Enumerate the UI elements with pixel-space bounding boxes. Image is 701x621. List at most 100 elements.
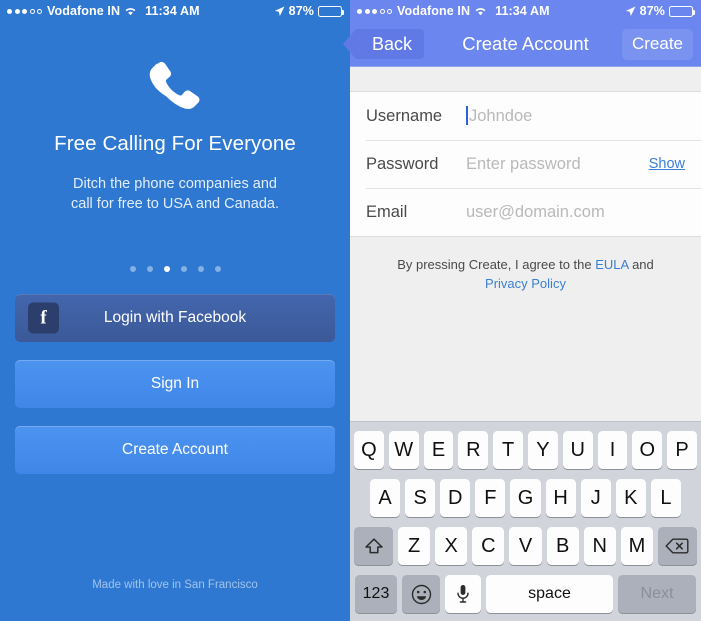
key-z[interactable]: Z xyxy=(398,527,431,565)
onboarding-screen: Vodafone IN 11:34 AM 87% Free Calling Fo… xyxy=(0,0,350,621)
form-row-password[interactable]: Password Enter password Show xyxy=(350,140,701,188)
key-u[interactable]: U xyxy=(562,431,593,469)
hero-subtitle-line-1: Ditch the phone companies and xyxy=(73,176,277,192)
key-e[interactable]: E xyxy=(423,431,454,469)
key-d[interactable]: D xyxy=(440,479,471,517)
navigation-bar: Back Create Account Create xyxy=(342,22,701,67)
back-button-label: Back xyxy=(372,33,413,54)
key-m[interactable]: M xyxy=(620,527,653,565)
form-top-spacer xyxy=(350,67,701,91)
shift-arrow-icon[interactable] xyxy=(354,527,393,565)
create-submit-label: Create xyxy=(631,34,683,53)
key-b[interactable]: B xyxy=(546,527,579,565)
page-dot[interactable] xyxy=(146,266,153,272)
status-bar-right-right: 87% xyxy=(625,4,695,18)
key-x[interactable]: X xyxy=(435,527,468,565)
password-label: Password xyxy=(366,154,439,173)
password-input[interactable]: Enter password xyxy=(466,155,649,174)
location-arrow-icon xyxy=(625,6,636,16)
key-f[interactable]: F xyxy=(475,479,506,517)
page-dot[interactable] xyxy=(214,266,221,272)
status-bar-right: Vodafone IN 11:34 AM 87% xyxy=(350,0,701,22)
on-screen-keyboard: Q W E R T Y U I O P A S D F G H J K L Z … xyxy=(350,421,701,621)
page-title: Free Calling For Everyone xyxy=(54,132,296,155)
page-dot[interactable] xyxy=(180,266,187,272)
signal-strength-icon xyxy=(357,8,392,14)
login-with-facebook-button[interactable]: f Login with Facebook xyxy=(15,294,335,342)
key-y[interactable]: Y xyxy=(528,431,558,469)
form-row-username[interactable]: Username Johndoe xyxy=(350,92,701,140)
battery-icon xyxy=(669,5,695,17)
battery-percent-label: 87% xyxy=(288,4,314,18)
create-account-button[interactable]: Create Account xyxy=(15,426,335,474)
location-arrow-icon xyxy=(274,6,285,16)
key-i[interactable]: I xyxy=(597,431,628,469)
text-caret xyxy=(466,106,468,125)
smiley-face-icon[interactable] xyxy=(402,575,440,613)
login-with-facebook-label: Login with Facebook xyxy=(103,309,247,326)
key-g[interactable]: G xyxy=(510,479,541,517)
key-h[interactable]: H xyxy=(545,479,576,517)
hero-section: Free Calling For Everyone Ditch the phon… xyxy=(0,22,350,214)
privacy-policy-link[interactable]: Privacy Policy xyxy=(485,276,566,291)
key-a[interactable]: A xyxy=(370,479,401,517)
keyboard-row-1: Q W E R T Y U I O P xyxy=(352,431,699,469)
page-dot[interactable] xyxy=(129,266,136,272)
carrier-label: Vodafone IN xyxy=(397,4,471,18)
key-space[interactable]: space xyxy=(486,575,613,613)
legal-middle: and xyxy=(628,257,654,272)
create-account-screen: Vodafone IN 11:34 AM 87% Back Create Acc… xyxy=(342,0,701,621)
microphone-icon[interactable] xyxy=(445,575,481,613)
back-button[interactable]: Back xyxy=(342,29,425,59)
eula-link[interactable]: EULA xyxy=(595,257,628,272)
facebook-icon: f xyxy=(28,302,59,334)
signal-strength-icon xyxy=(7,8,42,14)
key-p[interactable]: P xyxy=(667,431,697,469)
footer-credit: Made with love in San Francisco xyxy=(92,579,258,591)
key-w[interactable]: W xyxy=(388,431,419,469)
signup-form: Username Johndoe Password Enter password… xyxy=(350,91,701,237)
key-v[interactable]: V xyxy=(509,527,542,565)
email-label: Email xyxy=(366,202,408,221)
username-label: Username xyxy=(366,106,443,125)
sign-in-button[interactable]: Sign In xyxy=(15,360,335,408)
clock-label: 11:34 AM xyxy=(495,4,550,18)
wifi-icon xyxy=(474,6,487,16)
carrier-label: Vodafone IN xyxy=(47,4,121,18)
key-next[interactable]: Next xyxy=(618,575,696,613)
create-submit-button[interactable]: Create xyxy=(621,28,693,60)
key-j[interactable]: J xyxy=(580,479,611,517)
keyboard-row-2: A S D F G H J K L xyxy=(352,479,699,517)
key-numbers[interactable]: 123 xyxy=(355,575,397,613)
key-o[interactable]: O xyxy=(632,431,663,469)
email-input[interactable]: user@domain.com xyxy=(466,203,685,222)
key-n[interactable]: N xyxy=(583,527,616,565)
username-placeholder: Johndoe xyxy=(469,107,533,125)
page-indicator[interactable] xyxy=(0,266,350,272)
wifi-icon xyxy=(124,6,137,16)
key-t[interactable]: T xyxy=(493,431,523,469)
page-dot[interactable] xyxy=(197,266,204,272)
show-password-link[interactable]: Show xyxy=(649,156,685,172)
status-bar-left: Vodafone IN 11:34 AM 87% xyxy=(0,0,350,22)
key-q[interactable]: Q xyxy=(354,431,384,469)
status-bar-right-left: 87% xyxy=(274,4,344,18)
username-input[interactable]: Johndoe xyxy=(466,106,685,126)
legal-notice: By pressing Create, I agree to the EULA … xyxy=(350,237,701,293)
key-l[interactable]: L xyxy=(650,479,681,517)
key-k[interactable]: K xyxy=(615,479,646,517)
page-dot-active[interactable] xyxy=(163,266,170,272)
key-r[interactable]: R xyxy=(458,431,489,469)
battery-percent-label: 87% xyxy=(639,4,665,18)
battery-icon xyxy=(318,5,344,17)
legal-prefix: By pressing Create, I agree to the xyxy=(397,257,596,272)
key-s[interactable]: S xyxy=(405,479,436,517)
hero-subtitle-line-2: call for free to USA and Canada. xyxy=(71,196,279,212)
backspace-icon[interactable] xyxy=(657,527,697,565)
clock-label: 11:34 AM xyxy=(145,4,200,18)
form-row-email[interactable]: Email user@domain.com xyxy=(350,188,701,236)
keyboard-row-4: 123 space Next xyxy=(352,575,699,613)
hero-subtitle: Ditch the phone companies and call for f… xyxy=(0,174,350,214)
key-c[interactable]: C xyxy=(472,527,505,565)
dual-screenshot-container: Vodafone IN 11:34 AM 87% Free Calling Fo… xyxy=(0,0,701,621)
